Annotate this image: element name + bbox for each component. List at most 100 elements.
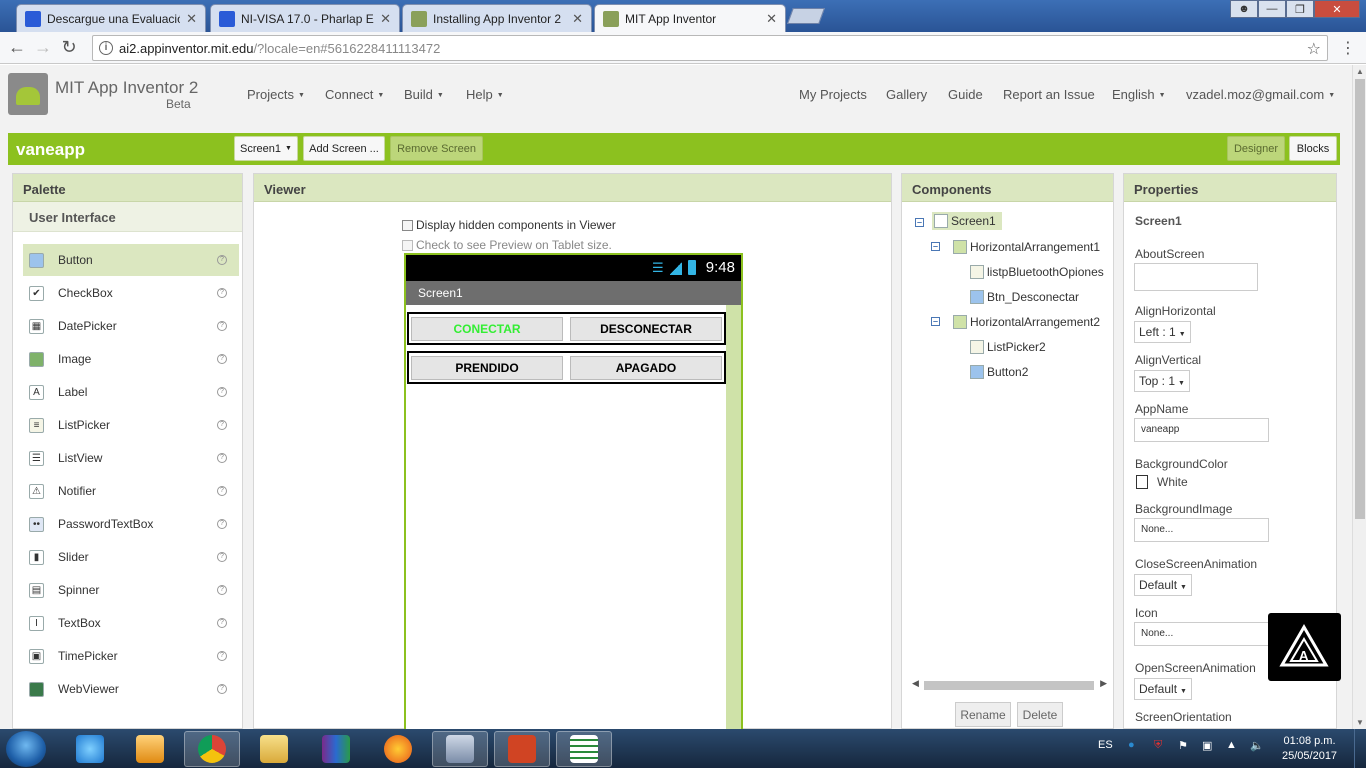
horizontal-arrangement-2[interactable]: PRENDIDO APAGADO [407,351,726,384]
palette-item-button[interactable]: Button? [23,244,239,276]
back-arrow-icon[interactable]: ← [4,37,30,58]
collapse-icon[interactable]: – [931,317,940,326]
tree-node-button2[interactable]: Button2 [970,365,1028,379]
floating-app-icon[interactable]: A [1268,613,1341,681]
help-icon[interactable]: ? [217,519,227,529]
menu-help[interactable]: Help ▼ [466,87,504,102]
app-inventor-logo-icon[interactable] [8,73,48,115]
account-menu[interactable]: vzadel.moz@gmail.com ▼ [1186,87,1335,102]
close-tab-icon[interactable]: ✕ [380,11,391,27]
collapse-icon[interactable]: – [931,242,940,251]
remove-screen-button[interactable]: Remove Screen [390,136,483,161]
collapse-icon[interactable]: – [915,218,924,227]
conectar-button[interactable]: CONECTAR [411,317,563,341]
volume-icon[interactable]: 🔈 [1250,739,1264,752]
background-image-picker[interactable]: None... [1134,518,1269,542]
align-horizontal-select[interactable]: Left : 1 ▼ [1134,321,1191,343]
maximize-icon[interactable]: ❐ [1286,0,1314,18]
palette-item-slider[interactable]: ▮ Slider? [23,541,239,573]
powerpoint-icon[interactable] [494,731,550,767]
browser-tab[interactable]: Descargue una Evaluació ✕ [16,4,206,32]
network-signal-icon[interactable]: ▲ [1226,739,1237,751]
guide-link[interactable]: Guide [948,87,983,102]
help-icon[interactable]: ? [217,453,227,463]
about-screen-textarea[interactable] [1134,263,1258,291]
display-hidden-checkbox[interactable]: Display hidden components in Viewer [402,218,616,232]
palette-item-listpicker[interactable]: ≡ ListPicker? [23,409,239,441]
help-icon[interactable]: ? [217,618,227,628]
components-horizontal-scrollbar[interactable]: ◀ ▶ [912,678,1107,692]
close-tab-icon[interactable]: ✕ [766,11,777,27]
screen-select[interactable]: Screen1 ▼ [234,136,298,161]
tablet-preview-checkbox[interactable]: Check to see Preview on Tablet size. [402,238,612,252]
palette-item-spinner[interactable]: ▤ Spinner? [23,574,239,606]
page-vertical-scrollbar[interactable]: ▲ ▼ [1352,65,1366,729]
chrome-icon[interactable] [184,731,240,767]
horizontal-arrangement-1[interactable]: CONECTAR DESCONECTAR [407,312,726,345]
designer-button[interactable]: Designer [1227,136,1285,161]
palette-item-textbox[interactable]: I TextBox? [23,607,239,639]
palette-item-label[interactable]: A Label? [23,376,239,408]
palette-item-timepicker[interactable]: ▣ TimePicker? [23,640,239,672]
delete-button[interactable]: Delete [1017,702,1063,727]
address-bar[interactable]: i ai2.appinventor.mit.edu /?locale=en#56… [92,35,1328,61]
prendido-button[interactable]: PRENDIDO [411,356,563,380]
palette-item-notifier[interactable]: ⚠ Notifier? [23,475,239,507]
palette-item-checkbox[interactable]: ✔ CheckBox? [23,277,239,309]
menu-projects[interactable]: Projects ▼ [247,87,305,102]
winrar-icon[interactable] [308,731,364,767]
report-issue-link[interactable]: Report an Issue [1003,87,1095,102]
help-icon[interactable]: ? [217,552,227,562]
help-icon[interactable]: ? [217,486,227,496]
gallery-link[interactable]: Gallery [886,87,927,102]
apagado-button[interactable]: APAGADO [570,356,722,380]
reload-icon[interactable]: ↻ [56,37,82,58]
firefox-icon[interactable] [370,731,426,767]
palette-item-image[interactable]: Image? [23,343,239,375]
color-swatch-icon[interactable] [1136,475,1148,489]
scroll-thumb[interactable] [1355,79,1365,519]
scroll-left-icon[interactable]: ◀ [912,678,919,689]
action-center-flag-icon[interactable]: ⚑ [1178,739,1188,752]
my-projects-link[interactable]: My Projects [799,87,867,102]
system-clock[interactable]: 01:08 p.m. 25/05/2017 [1282,734,1337,764]
icon-picker[interactable]: None... [1134,622,1269,646]
phone-scrollbar[interactable] [726,305,741,729]
scroll-down-icon[interactable]: ▼ [1356,718,1364,727]
tree-node-listpicker2[interactable]: ListPicker2 [970,340,1046,354]
browser-tab-active[interactable]: MIT App Inventor ✕ [594,4,786,32]
blocks-button[interactable]: Blocks [1289,136,1337,161]
user-icon[interactable]: ☻ [1230,0,1258,18]
help-icon[interactable]: ? [217,288,227,298]
show-desktop-button[interactable] [1354,729,1366,768]
palette-section-user-interface[interactable]: User Interface [13,202,242,232]
close-screen-animation-select[interactable]: Default ▼ [1134,574,1192,596]
minimize-icon[interactable]: — [1258,0,1286,18]
help-icon[interactable]: ? [217,585,227,595]
start-button-icon[interactable] [6,731,46,767]
new-tab-button[interactable] [787,8,825,24]
browser-tab[interactable]: Installing App Inventor 2 ✕ [402,4,592,32]
tree-node-btn-desconectar[interactable]: Btn_Desconectar [970,290,1079,304]
background-color-value[interactable]: White [1157,475,1188,489]
help-icon[interactable]: ? [217,354,227,364]
help-icon[interactable]: ? [217,420,227,430]
open-screen-animation-select[interactable]: Default ▼ [1134,678,1192,700]
tree-node-screen1[interactable]: Screen1 [932,212,1002,230]
tree-node-horizontalarrangement1[interactable]: HorizontalArrangement1 [953,240,1100,254]
menu-build[interactable]: Build ▼ [404,87,444,102]
list-app-icon[interactable] [556,731,612,767]
bookmark-star-icon[interactable]: ☆ [1307,39,1321,59]
help-icon[interactable]: ? [217,651,227,661]
rename-button[interactable]: Rename [955,702,1011,727]
add-screen-button[interactable]: Add Screen ... [303,136,385,161]
internet-explorer-icon[interactable] [62,731,118,767]
file-explorer-icon[interactable] [246,731,302,767]
close-tab-icon[interactable]: ✕ [572,11,583,27]
scroll-thumb[interactable] [924,681,1094,690]
close-window-icon[interactable]: ✕ [1314,0,1360,18]
tray-app-icon[interactable]: ● [1128,739,1135,751]
palette-item-webviewer[interactable]: WebViewer? [23,673,239,705]
scroll-right-icon[interactable]: ▶ [1100,678,1107,689]
browser-tab[interactable]: NI-VISA 17.0 - Pharlap ET ✕ [210,4,400,32]
